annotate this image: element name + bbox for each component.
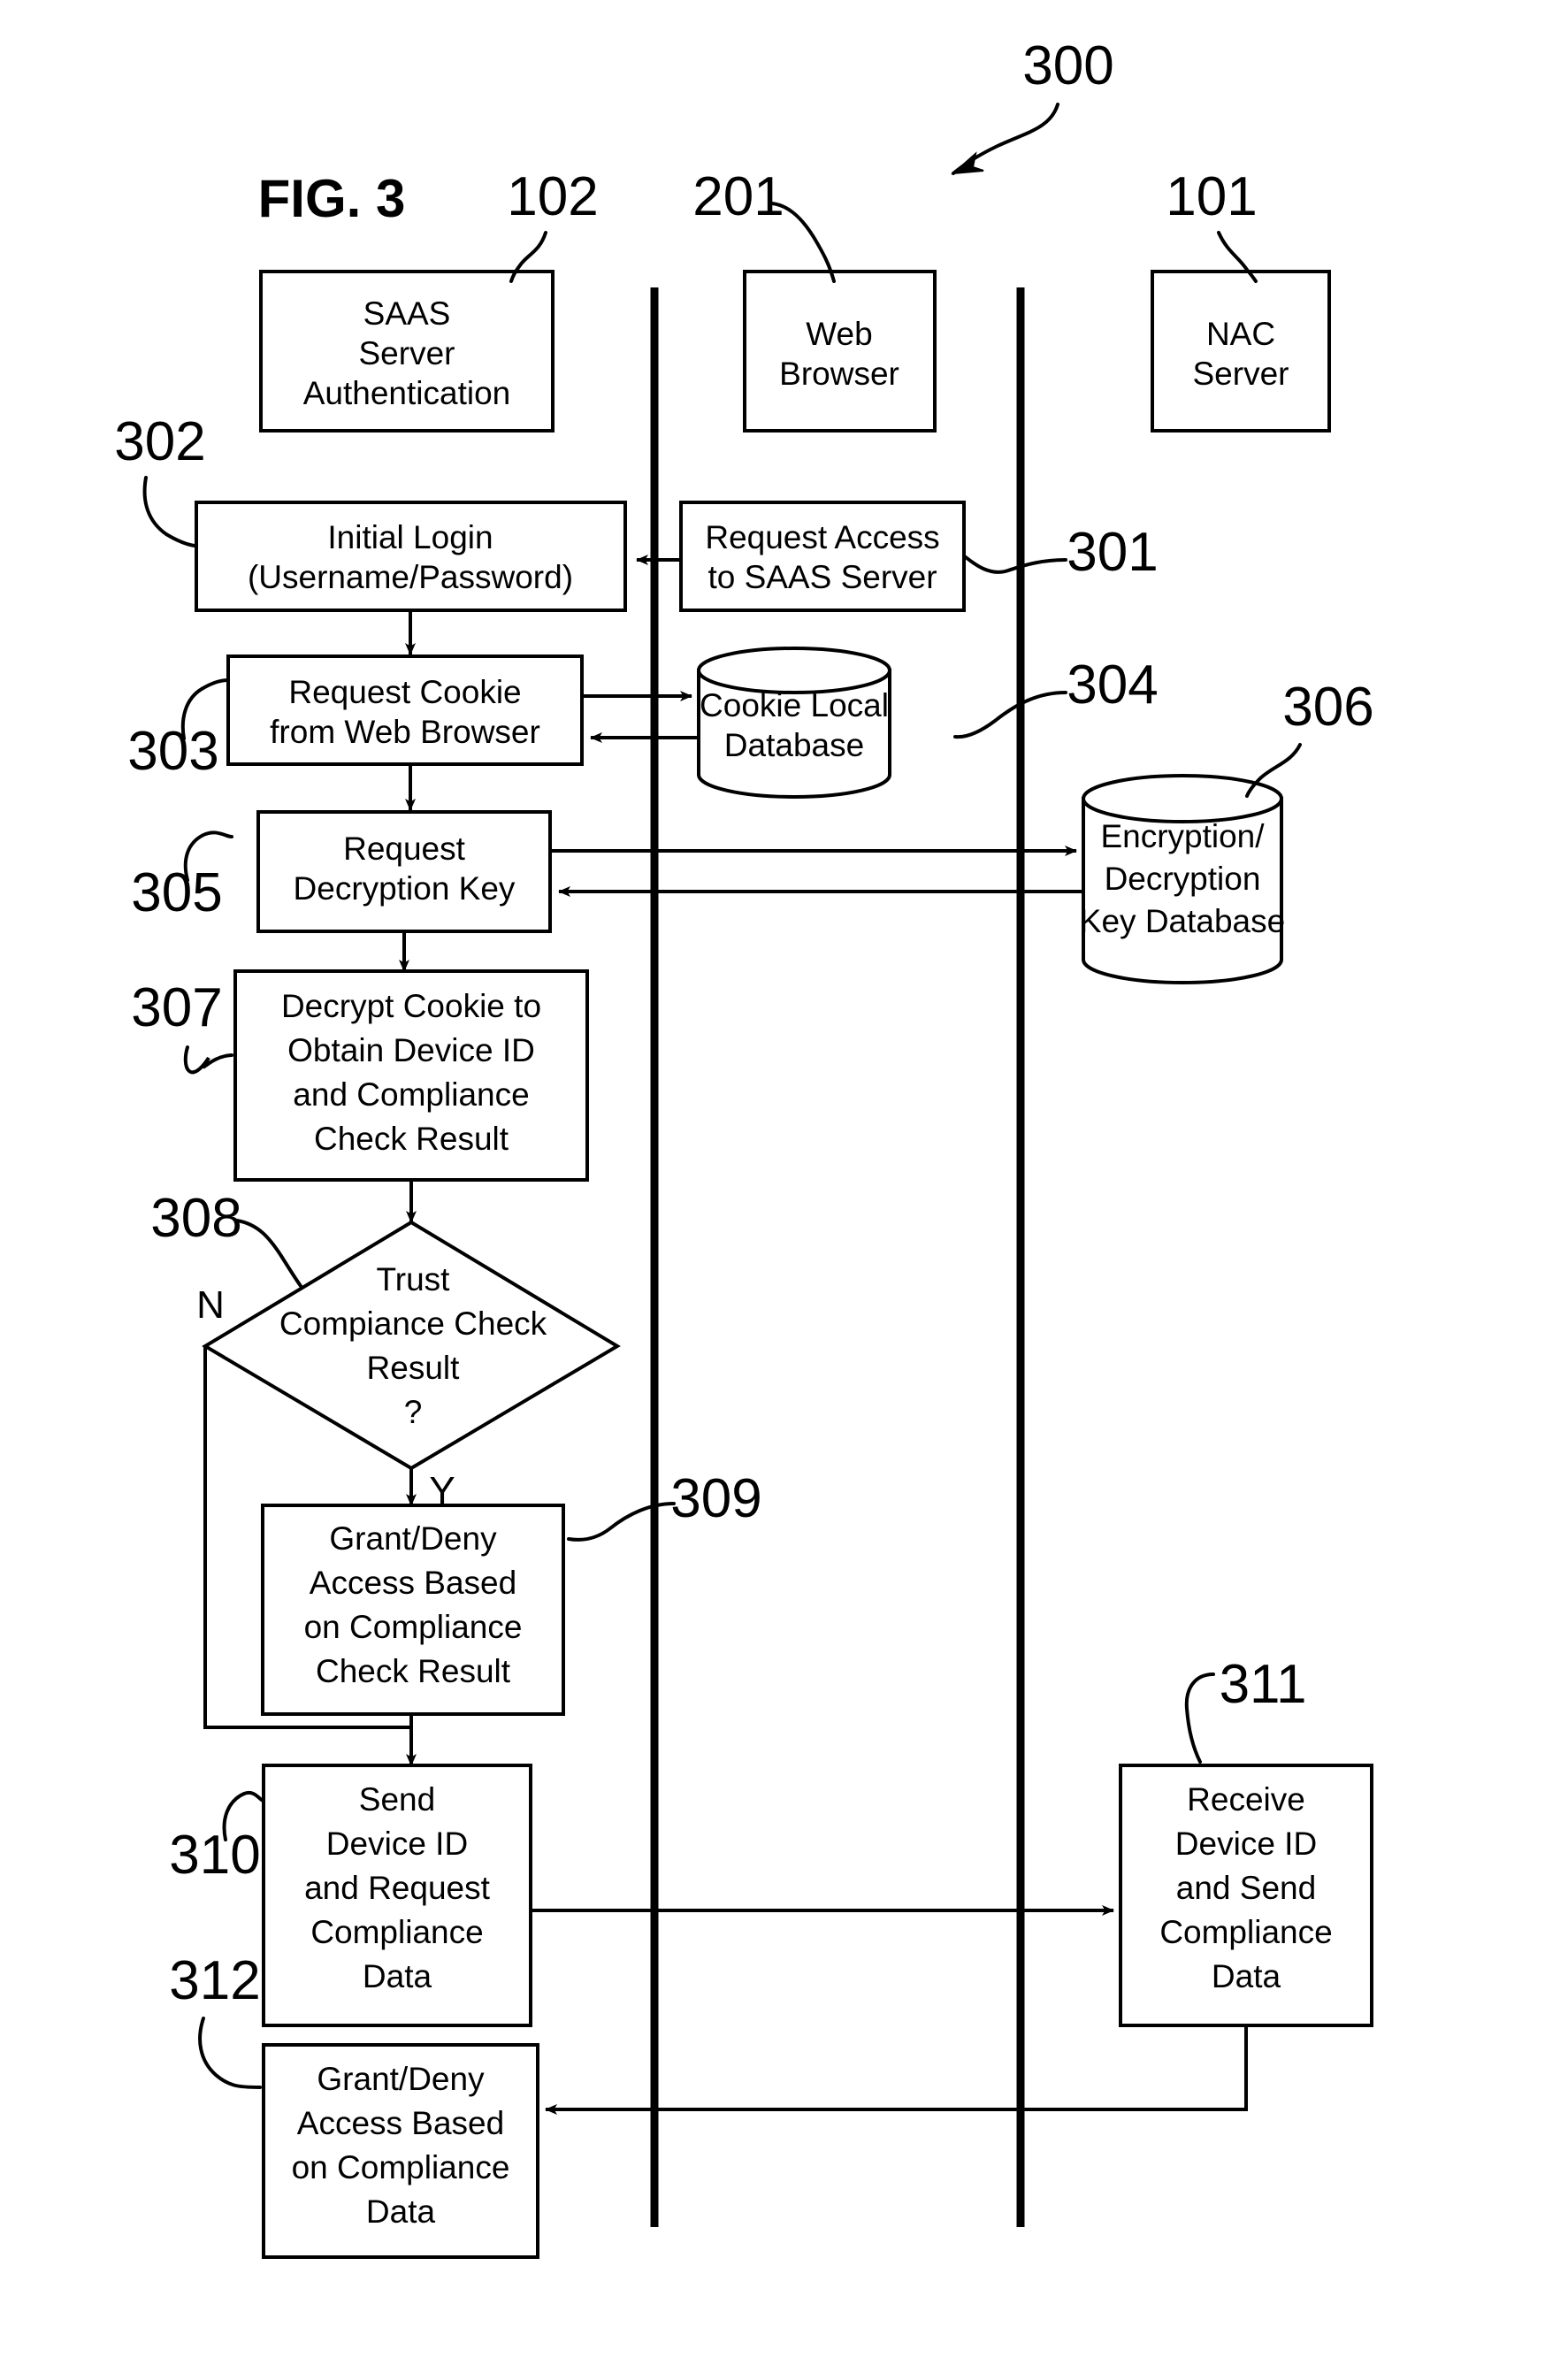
flowchart-svg: FIG. 3 300 SAAS Server Authentication 10… — [114, 35, 1374, 2259]
node-312-line-3: Data — [366, 2193, 436, 2230]
actor-saas-line-1: Server — [359, 335, 455, 371]
node-307-line-0: Decrypt Cookie to — [281, 988, 541, 1024]
ref-306: 306 — [1282, 677, 1373, 738]
node-306-line-2: Key Database — [1080, 903, 1285, 939]
ref-311: 311 — [1220, 1654, 1307, 1715]
leader-304 — [953, 691, 1067, 739]
node-301-line-0: Request Access — [705, 519, 939, 555]
node-311-line-3: Compliance — [1159, 1914, 1332, 1950]
leader-312 — [198, 2017, 262, 2089]
actor-web-line-1: Browser — [779, 356, 899, 392]
node-312-line-2: on Compliance — [292, 2149, 510, 2185]
leader-307 — [183, 1045, 233, 1075]
actor-nac-line-0: NAC — [1206, 316, 1275, 352]
node-308-line-2: Result — [367, 1350, 461, 1386]
ref-310: 310 — [169, 1825, 260, 1886]
node-306-line-0: Encryption/ — [1100, 818, 1265, 854]
node-308-diamond — [202, 1220, 621, 1471]
node-309-line-2: on Compliance — [304, 1609, 523, 1645]
node-302-line-1: (Username/Password) — [248, 559, 573, 595]
node-305-line-0: Request — [343, 831, 466, 867]
ref-303: 303 — [127, 721, 218, 782]
node-311-line-2: and Send — [1176, 1870, 1316, 1906]
ref-304: 304 — [1067, 654, 1158, 716]
ref-312: 312 — [169, 1950, 260, 2011]
actor-web-line-0: Web — [806, 316, 872, 352]
patent-figure: FIG. 3 300 SAAS Server Authentication 10… — [0, 0, 1568, 2373]
node-304-line-1: Database — [724, 727, 864, 763]
ref-307: 307 — [131, 977, 222, 1038]
node-304-line-0: Cookie Local — [700, 687, 889, 723]
node-308-line-3: ? — [404, 1394, 423, 1430]
ref-300: 300 — [1022, 35, 1113, 96]
leader-308 — [235, 1219, 302, 1288]
node-310-line-0: Send — [359, 1781, 435, 1818]
node-309-line-3: Check Result — [316, 1653, 511, 1689]
node-303-line-1: from Web Browser — [270, 714, 540, 750]
node-307-line-1: Obtain Device ID — [287, 1032, 535, 1068]
ref-308: 308 — [150, 1188, 241, 1249]
leader-302 — [142, 476, 196, 547]
figure-label: FIG. 3 — [258, 169, 406, 228]
node-308-line-0: Trust — [377, 1261, 451, 1297]
node-307-line-3: Check Result — [314, 1121, 509, 1157]
node-311-line-0: Receive — [1187, 1781, 1305, 1818]
ref-301: 301 — [1067, 522, 1158, 583]
node-301-line-1: to SAAS Server — [708, 559, 937, 595]
node-312-line-1: Access Based — [297, 2105, 504, 2141]
node-310-line-2: and Request — [304, 1870, 491, 1906]
branch-label-no: N — [196, 1283, 225, 1327]
node-311-line-1: Device ID — [1175, 1826, 1317, 1862]
actor-saas-line-0: SAAS — [363, 295, 451, 332]
ref-102: 102 — [507, 166, 598, 227]
node-309-line-0: Grant/Deny — [329, 1520, 497, 1557]
node-305-line-1: Decryption Key — [294, 870, 516, 907]
node-310-line-3: Compliance — [310, 1914, 483, 1950]
ref-302: 302 — [114, 411, 205, 472]
node-306-line-1: Decryption — [1105, 861, 1261, 897]
ref-305: 305 — [131, 862, 222, 923]
leader-311 — [1184, 1673, 1215, 1764]
node-310-line-1: Device ID — [326, 1826, 468, 1862]
node-308-line-1: Compiance Check — [279, 1305, 547, 1342]
ref-309: 309 — [670, 1468, 761, 1529]
ref-201: 201 — [692, 166, 784, 227]
node-309-line-1: Access Based — [310, 1565, 516, 1601]
ref-101: 101 — [1166, 166, 1257, 227]
node-310-line-4: Data — [363, 1958, 432, 1994]
node-302-line-0: Initial Login — [327, 519, 493, 555]
leader-301 — [964, 555, 1067, 574]
node-312-line-0: Grant/Deny — [317, 2061, 485, 2097]
node-303-line-0: Request Cookie — [288, 674, 521, 710]
node-307-line-2: and Compliance — [293, 1076, 529, 1113]
node-311-line-4: Data — [1212, 1958, 1281, 1994]
actor-nac-line-1: Server — [1193, 356, 1289, 392]
actor-saas-line-2: Authentication — [303, 375, 511, 411]
